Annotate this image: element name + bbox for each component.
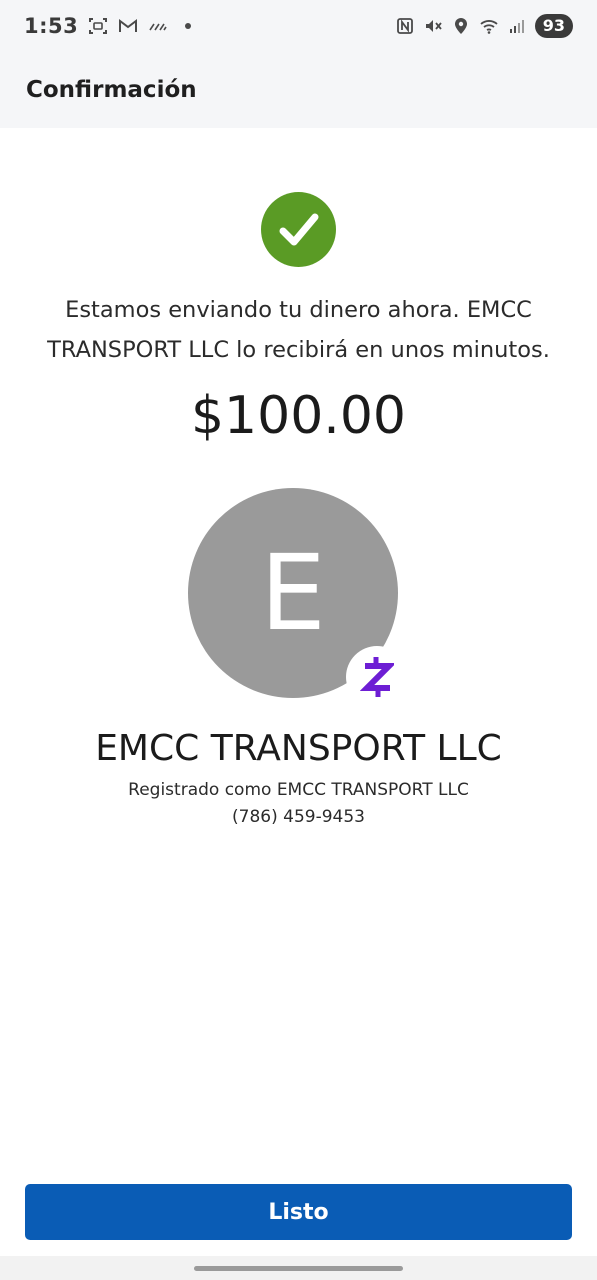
nfc-icon [395, 16, 415, 36]
screenshot-icon [88, 16, 108, 36]
cell-signal-icon [507, 16, 527, 36]
transfer-amount: $100.00 [190, 386, 407, 446]
recipient-phone: (786) 459-9453 [232, 807, 365, 827]
done-button[interactable]: Listo [25, 1184, 572, 1240]
app-bar: Confirmación [0, 52, 597, 128]
mute-icon [423, 16, 443, 36]
dot-icon [178, 16, 198, 36]
status-bar-left: 1:53 [24, 14, 198, 38]
signal-wave-icon [148, 16, 168, 36]
gmail-icon [118, 16, 138, 36]
wifi-icon [479, 16, 499, 36]
location-icon [451, 16, 471, 36]
home-indicator[interactable] [194, 1266, 403, 1271]
avatar-initial: E [260, 532, 326, 654]
success-check-icon [261, 192, 336, 267]
zelle-icon [346, 646, 408, 708]
status-bar-right: 93 [395, 14, 573, 38]
confirmation-message: Estamos enviando tu dinero ahora. EMCC T… [47, 297, 550, 363]
status-bar: 1:53 93 [0, 0, 597, 52]
recipient-name: EMCC TRANSPORT LLC [95, 728, 502, 769]
page-title: Confirmación [26, 77, 197, 103]
battery-indicator: 93 [534, 14, 573, 38]
status-time: 1:53 [24, 14, 79, 38]
recipient-registered-as: Registrado como EMCC TRANSPORT LLC [128, 780, 469, 800]
